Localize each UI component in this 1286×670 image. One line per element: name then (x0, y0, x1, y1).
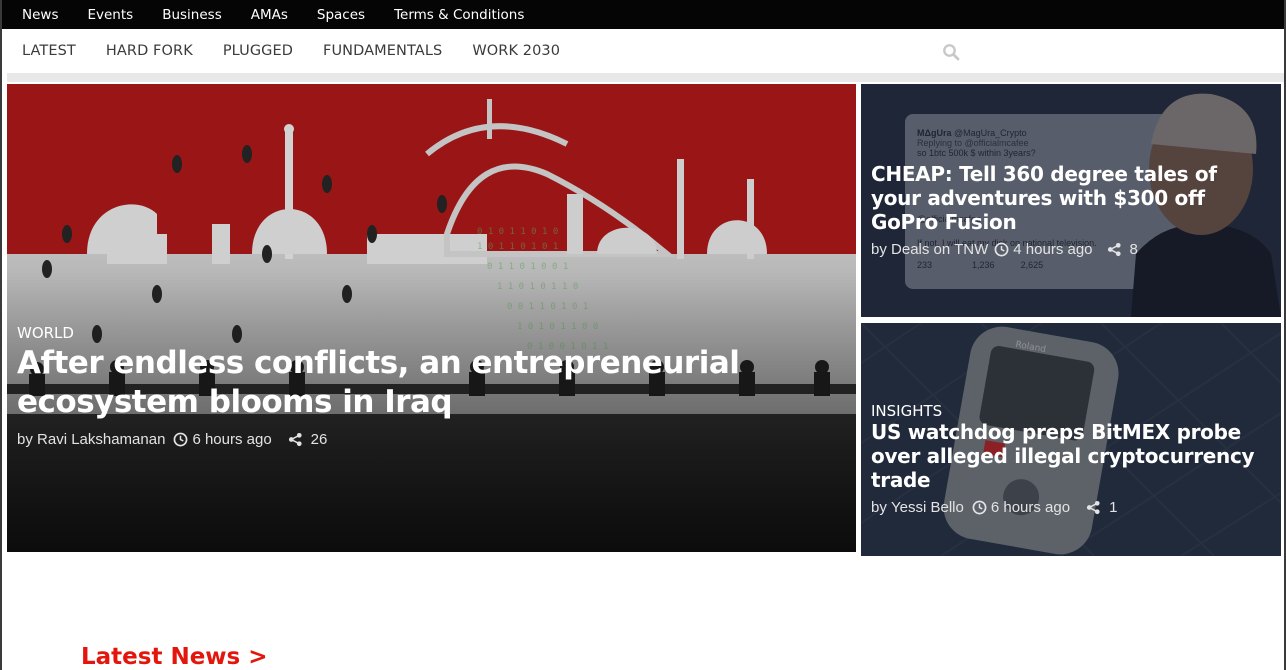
topnav-item-business[interactable]: Business (162, 7, 222, 23)
clock-icon (173, 432, 188, 447)
main-story-time: 6 hours ago (192, 431, 272, 448)
topnav-item-spaces[interactable]: Spaces (317, 7, 365, 23)
side-story-2-by-label: by (871, 499, 887, 516)
share-icon[interactable] (1107, 242, 1122, 257)
subnav-item-work-2030[interactable]: WORK 2030 (472, 43, 560, 59)
share-icon[interactable] (1086, 500, 1101, 515)
side-story-2-headline[interactable]: US watchdog preps BitMEX probe over alle… (871, 420, 1271, 492)
clock-icon (972, 500, 987, 515)
main-story-author[interactable]: Ravi Lakshamanan (37, 431, 165, 448)
subnav-item-plugged[interactable]: PLUGGED (223, 43, 293, 59)
side-story-1-time: 4 hours ago (1013, 241, 1093, 258)
side-story-card-2[interactable]: Roland INSIGHTS US watchdog preps BitMEX… (861, 323, 1281, 556)
top-navigation-bar: News Events Business AMAs Spaces Terms &… (2, 0, 1284, 29)
side-story-1-author[interactable]: Deals on TNW (891, 241, 988, 258)
topnav-item-terms[interactable]: Terms & Conditions (394, 7, 524, 23)
divider-strip (7, 73, 1284, 82)
clock-icon (994, 242, 1009, 257)
main-story-category[interactable]: WORLD (17, 324, 777, 342)
subnav-item-latest[interactable]: LATEST (22, 43, 76, 59)
side-story-2-time: 6 hours ago (990, 499, 1071, 516)
subnav-item-hard-fork[interactable]: HARD FORK (106, 43, 193, 59)
side-story-card-1[interactable]: MΔgUra @MagUra_Crypto Replying to @offic… (861, 84, 1281, 317)
main-story-card[interactable]: 0 1 0 1 1 0 1 0 1 0 1 1 0 1 0 1 0 1 1 0 … (7, 84, 856, 552)
topnav-item-news[interactable]: News (22, 7, 58, 23)
side-story-1-share-count: 8 (1129, 241, 1138, 258)
side-story-2-author[interactable]: Yessi Bello (891, 499, 964, 516)
main-story-shade (7, 84, 856, 552)
side-story-1-by-label: by (871, 241, 887, 258)
main-story-share-count: 26 (310, 431, 328, 448)
subnav-item-fundamentals[interactable]: FUNDAMENTALS (323, 43, 442, 59)
side-story-2-category[interactable]: INSIGHTS (871, 402, 1271, 420)
main-story-headline[interactable]: After endless conflicts, an entrepreneur… (17, 344, 777, 422)
share-icon[interactable] (288, 432, 303, 447)
page-frame-left (0, 0, 2, 670)
side-story-1-headline[interactable]: CHEAP: Tell 360 degree tales of your adv… (871, 162, 1271, 234)
section-navigation-bar: LATEST HARD FORK PLUGGED FUNDAMENTALS WO… (2, 29, 1284, 73)
side-story-2-share-count: 1 (1109, 499, 1118, 516)
latest-news-heading[interactable]: Latest News > (81, 644, 268, 670)
topnav-item-events[interactable]: Events (87, 7, 133, 23)
main-story-by-label: by (17, 431, 33, 448)
search-icon[interactable] (942, 43, 960, 61)
topnav-item-amas[interactable]: AMAs (251, 7, 288, 23)
